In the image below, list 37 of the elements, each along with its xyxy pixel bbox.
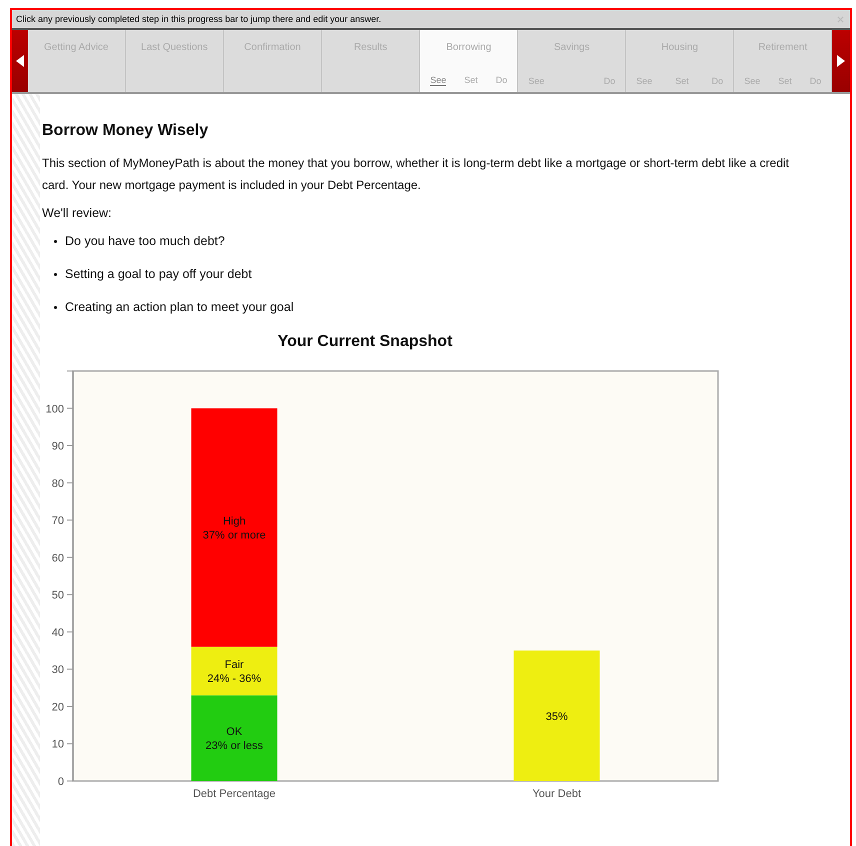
bar-label: 35% [546, 710, 568, 723]
band-label: Fair 24% - 36% [207, 659, 262, 686]
right-arrow-icon [837, 55, 846, 67]
band-label: OK 23% or less [206, 726, 263, 752]
step-link[interactable]: See [430, 75, 446, 86]
category-label: Debt Percentage [192, 788, 276, 800]
axis-label: 50 [52, 590, 64, 602]
axis-label: 70 [52, 515, 64, 528]
axis-label: 10 [52, 738, 64, 751]
left-arrow-icon [16, 55, 24, 67]
bullet-icon [54, 306, 57, 308]
axis-label: 20 [52, 701, 64, 714]
axis-label: 40 [52, 626, 64, 639]
bullet-text: Do you have too much debt? [65, 234, 225, 248]
intro-paragraph: This section of MyMoneyPath is about the money that you borrow, whether it is long-term debt like a mortgage or short-term debt like a credit card. Your new mortgage payment is included in your Debt Percentage. [42, 155, 790, 194]
previous-button[interactable] [12, 30, 28, 92]
next-button[interactable] [832, 30, 850, 92]
axis-label: 30 [52, 664, 64, 676]
info-text: Click any previously completed step in this progress bar to jump there and edit your answer. [16, 14, 382, 24]
axis-label: 80 [52, 478, 64, 490]
section-heading: Borrow Money Wisely [42, 122, 210, 140]
step-link[interactable]: Set [464, 75, 478, 86]
axis-label: 60 [52, 552, 64, 564]
bullet-text: Setting a goal to pay off your debt [65, 267, 252, 281]
bullet-text: Creating an action plan to meet your goal [65, 300, 294, 314]
chart-title: Your Current Snapshot [278, 333, 452, 350]
band-label: High 37% or more [202, 516, 266, 542]
category-label: Your Debt [532, 788, 582, 800]
axis-label: 0 [58, 776, 64, 788]
progress-tab[interactable]: Borrowing See Set Do [420, 30, 518, 92]
step-link[interactable]: Do [496, 75, 508, 86]
axis-label: 100 [46, 403, 64, 416]
review-label: We'll review: [42, 206, 113, 220]
bullet-icon [54, 240, 57, 242]
axis-label: 90 [52, 440, 64, 453]
tab-label: Borrowing [446, 42, 492, 53]
bullet-icon [54, 272, 57, 276]
